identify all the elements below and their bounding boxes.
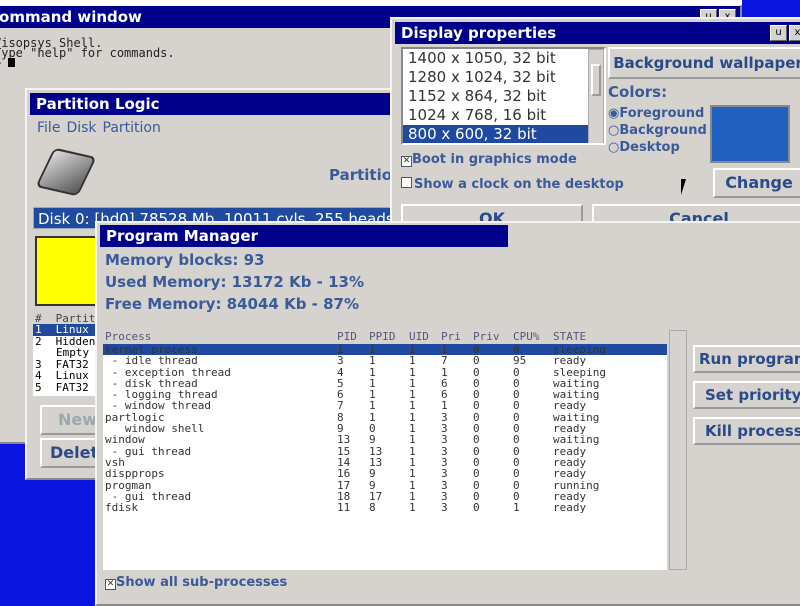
checkbox-checked-icon: ✕ <box>401 156 412 167</box>
list-item[interactable]: 1280 x 1024, 32 bit <box>403 68 604 87</box>
list-item[interactable]: 1152 x 864, 32 bit <box>403 87 604 106</box>
list-item[interactable]: 4 Linux <box>33 370 103 382</box>
display-properties-window: Display properties u x 1400 x 1050, 32 b… <box>390 17 800 245</box>
process-cell: 1 <box>513 501 520 515</box>
colors-label: Colors: <box>608 83 668 101</box>
process-cell: 3 <box>441 433 448 447</box>
desktop-top-strip <box>0 0 742 5</box>
process-cell: 0 <box>473 501 480 515</box>
process-cell: 0 <box>473 467 480 481</box>
process-row[interactable]: - idle thread 3 1 1 7 0 95 ready <box>103 355 667 366</box>
run-program-button[interactable]: Run program <box>693 345 800 373</box>
set-priority-button[interactable]: Set priority <box>693 381 800 409</box>
radio-background[interactable]: ○Background <box>608 122 707 139</box>
process-list-header: Process PID PPID UID Pri Priv CPU% STATE <box>103 330 667 344</box>
process-cell: ready <box>553 501 587 515</box>
minimize-button[interactable]: u <box>770 25 787 41</box>
change-color-button[interactable]: Change <box>713 168 800 198</box>
process-cell: 1 <box>409 433 416 447</box>
show-subprocesses-checkbox[interactable]: ✕ Show all sub-processes <box>105 575 287 590</box>
partition-map <box>35 236 97 306</box>
show-clock-checkbox[interactable]: Show a clock on the desktop <box>401 177 624 192</box>
process-cell: 0 <box>513 433 520 447</box>
list-item[interactable]: 1 Linux <box>33 324 103 336</box>
menu-file[interactable]: File <box>37 120 60 136</box>
partition-logic-title: Partition Logic <box>30 93 400 115</box>
used-memory: Used Memory: 13172 Kb - 13% <box>105 273 365 291</box>
list-item[interactable]: 1400 x 1050, 32 bit <box>403 49 604 68</box>
mouse-cursor-icon <box>681 179 691 195</box>
process-cell: fdisk <box>105 501 139 515</box>
process-cell: 95 <box>513 354 527 368</box>
process-row[interactable]: dispprops 16 9 1 3 0 0 ready <box>103 468 667 479</box>
process-cell: 0 <box>473 433 480 447</box>
background-wallpaper-button[interactable]: Background wallpaper <box>608 47 800 79</box>
color-swatch <box>710 105 790 163</box>
process-row[interactable]: fdisk 11 8 1 3 0 1 ready <box>103 502 667 513</box>
process-cell: 1 <box>409 467 416 481</box>
process-cell: - gui thread <box>105 489 192 503</box>
radio-icon: ○ <box>608 123 620 138</box>
process-cell: 16 <box>337 467 351 481</box>
radio-icon: ○ <box>608 140 620 155</box>
menu-disk[interactable]: Disk <box>66 120 96 136</box>
process-cell: waiting <box>553 433 600 447</box>
process-cell: 8 <box>369 501 376 515</box>
scrollbar[interactable] <box>588 49 604 143</box>
radio-foreground[interactable]: ◉Foreground <box>608 105 707 122</box>
free-memory: Free Memory: 84044 Kb - 87% <box>105 295 360 313</box>
list-item[interactable]: 800 x 600, 32 bit <box>403 125 588 143</box>
process-cell: dispprops <box>105 467 165 481</box>
list-item[interactable]: 1024 x 768, 16 bit <box>403 106 604 125</box>
boot-graphics-checkbox[interactable]: ✕ Boot in graphics mode <box>401 152 577 167</box>
process-cell: 0 <box>473 354 480 368</box>
process-list[interactable]: Process PID PPID UID Pri Priv CPU% STATE kernel… <box>103 330 667 570</box>
menu-partition[interactable]: Partition <box>103 120 161 136</box>
process-cell: - idle thread <box>105 354 198 368</box>
process-cell: window <box>105 433 145 447</box>
checkbox-checked-icon: ✕ <box>105 579 116 590</box>
process-cell: 1 <box>409 354 416 368</box>
kill-process-button[interactable]: Kill process <box>693 417 800 445</box>
display-properties-title: Display properties <box>395 22 800 44</box>
cursor <box>8 58 16 67</box>
checkbox-icon <box>401 177 412 188</box>
process-row[interactable]: window 13 9 1 3 0 0 waiting <box>103 434 667 445</box>
radio-selected-icon: ◉ <box>608 106 620 121</box>
memory-blocks: Memory blocks: 93 <box>105 251 265 269</box>
process-cell: 3 <box>337 354 344 368</box>
process-cell: 3 <box>441 467 448 481</box>
radio-desktop[interactable]: ○Desktop <box>608 139 707 156</box>
process-cell: ready <box>553 354 587 368</box>
process-cell: ready <box>553 467 587 481</box>
list-item[interactable]: Empty <box>33 347 103 359</box>
process-cell: 9 <box>369 433 376 447</box>
process-cell: 1 <box>409 501 416 515</box>
hard-disk-icon <box>35 147 97 197</box>
process-cell: 1 <box>369 354 376 368</box>
process-cell: 3 <box>441 501 448 515</box>
process-cell: 7 <box>441 354 448 368</box>
resolution-list[interactable]: 1400 x 1050, 32 bit 1280 x 1024, 32 bit … <box>401 47 606 145</box>
console-prompt: > <box>0 56 8 70</box>
process-cell: - gui thread <box>105 444 192 458</box>
process-cell: 11 <box>337 501 351 515</box>
process-cell: 0 <box>513 467 520 481</box>
list-item[interactable]: 5 FAT32 <box>33 381 103 394</box>
process-cell: 9 <box>369 467 376 481</box>
process-cell: 13 <box>337 433 351 447</box>
process-list-scrollbar[interactable] <box>669 330 687 570</box>
program-manager-window: Program Manager Memory blocks: 93 Used M… <box>95 221 800 606</box>
partition-list[interactable]: 1 Linux 2 Hidden Empty 3 FAT32 4 Linux 5 FAT3… <box>33 324 103 396</box>
close-button[interactable]: x <box>789 25 800 41</box>
program-manager-title: Program Manager <box>100 225 508 247</box>
